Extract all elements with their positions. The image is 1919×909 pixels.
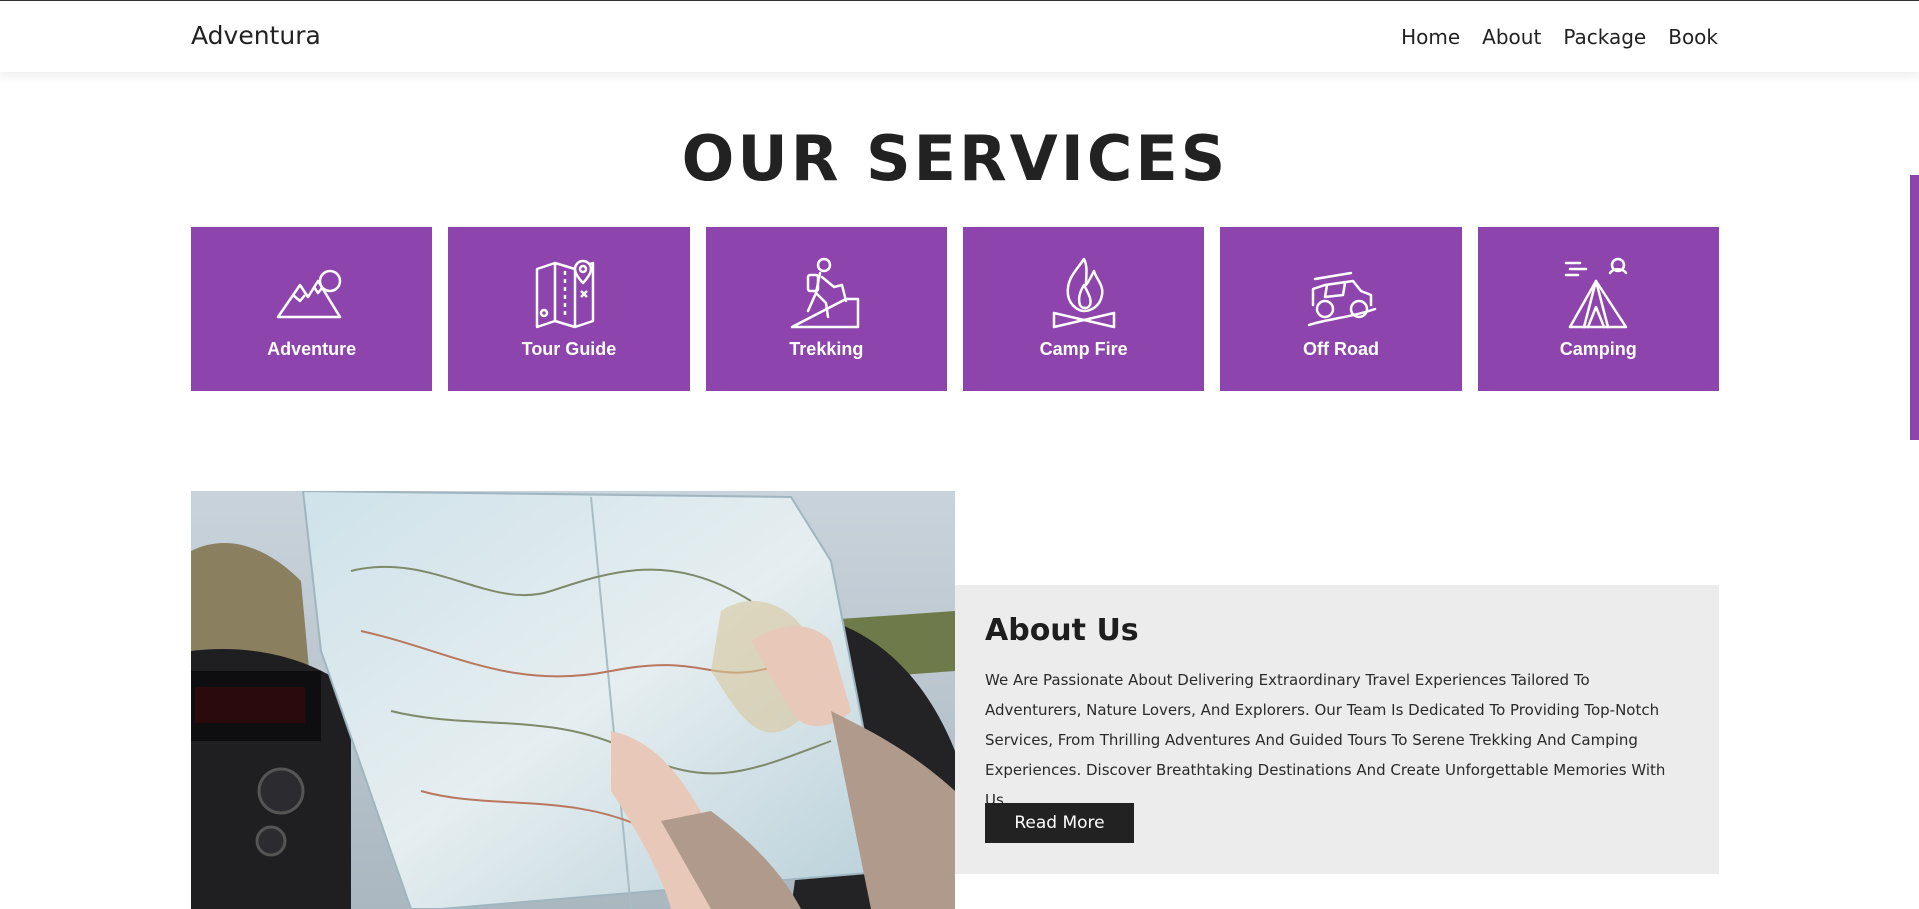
nav-package[interactable]: Package: [1563, 25, 1646, 49]
about-panel: About Us We Are Passionate About Deliver…: [955, 585, 1719, 874]
about-title: About Us: [985, 613, 1139, 648]
site-header: Adventura Home About Package Book: [0, 0, 1919, 72]
nav-about[interactable]: About: [1482, 25, 1541, 49]
service-card-tour-guide[interactable]: Tour Guide: [448, 227, 690, 391]
service-label: Tour Guide: [521, 339, 617, 359]
service-label: Camp Fire: [1039, 339, 1128, 359]
scroll-indicator[interactable]: [1910, 175, 1919, 440]
main-nav: Home About Package Book: [1401, 25, 1718, 49]
service-card-off-road[interactable]: Off Road: [1220, 227, 1462, 391]
service-label: Off Road: [1302, 339, 1379, 359]
read-more-button[interactable]: Read More: [985, 803, 1134, 843]
map-photo: [191, 491, 955, 909]
service-card-camping[interactable]: Camping: [1477, 227, 1719, 391]
service-card-trekking[interactable]: Trekking: [705, 227, 947, 391]
nav-book[interactable]: Book: [1668, 25, 1718, 49]
service-label: Adventure: [267, 339, 357, 359]
service-label: Camping: [1559, 339, 1637, 359]
map-icon: [535, 259, 595, 329]
tent-icon: [1565, 257, 1628, 329]
about-text: We Are Passionate About Delivering Extra…: [985, 671, 1666, 809]
hiker-icon: [791, 257, 860, 329]
service-card-adventure[interactable]: Adventure: [191, 227, 433, 391]
services-grid: Adventure Tour Guide Trekking Camp Fire …: [191, 227, 1719, 391]
service-label: Trekking: [789, 339, 864, 359]
about-image: [191, 491, 955, 909]
services-title: OUR SERVICES: [681, 122, 1229, 195]
campfire-icon: [1052, 257, 1115, 329]
mountain-icon: [276, 269, 341, 319]
logo[interactable]: Adventura: [191, 21, 321, 50]
jeep-icon: [1307, 271, 1377, 327]
service-card-camp-fire[interactable]: Camp Fire: [962, 227, 1205, 391]
nav-home[interactable]: Home: [1401, 25, 1460, 49]
